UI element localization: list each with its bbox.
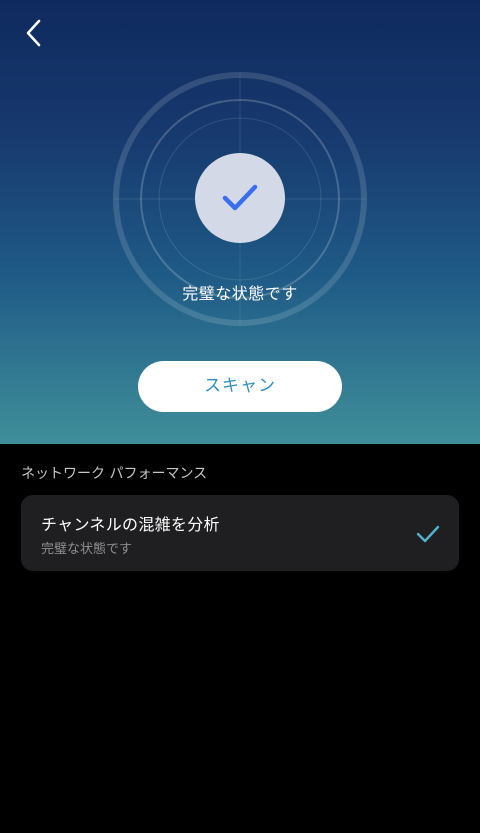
chevron-left-icon xyxy=(26,19,41,47)
list-item-channel-congestion[interactable]: チャンネルの混雑を分析 完璧な状態です xyxy=(21,495,459,571)
checkmark-icon xyxy=(222,184,258,211)
scan-button[interactable]: スキャン xyxy=(138,361,342,412)
back-button[interactable] xyxy=(18,16,52,50)
screen: 完璧な状態です スキャン ネットワーク パフォーマンス チャンネルの混雑を分析 … xyxy=(0,0,480,833)
list-item-subtitle: 完璧な状態です xyxy=(41,542,133,557)
section-title: ネットワーク パフォーマンス xyxy=(21,466,208,482)
hero-panel: 完璧な状態です スキャン xyxy=(0,0,480,444)
list-item-title: チャンネルの混雑を分析 xyxy=(41,515,220,534)
checkmark-icon xyxy=(416,525,440,543)
status-text: 完璧な状態です xyxy=(182,284,298,303)
status-check-badge xyxy=(195,153,285,243)
